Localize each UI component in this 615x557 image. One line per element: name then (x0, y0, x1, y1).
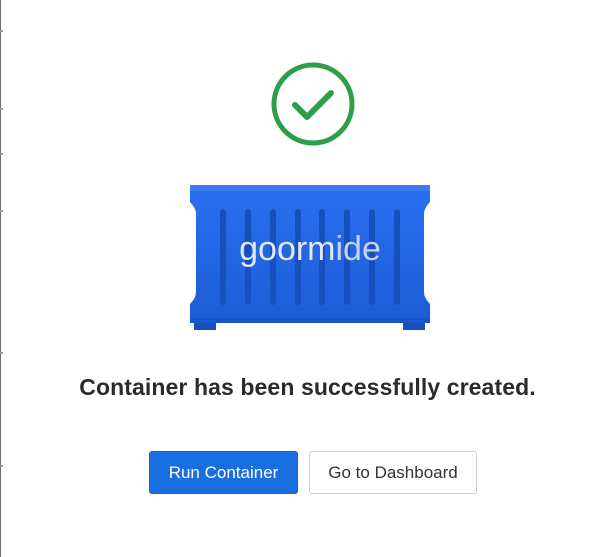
run-container-button[interactable]: Run Container (149, 451, 298, 494)
edge-mark (0, 30, 3, 32)
edge-mark (0, 108, 3, 110)
logo-text-plain: goorm (239, 230, 335, 268)
success-message: Container has been successfully created. (79, 374, 536, 400)
goormide-logo: goormide (239, 230, 381, 268)
edge-mark (0, 352, 3, 354)
edge-mark (0, 153, 3, 155)
logo-text-light: ide (336, 230, 381, 268)
shipping-container-icon: goormide (190, 185, 430, 330)
edge-mark (0, 465, 3, 467)
check-circle-icon (271, 62, 355, 146)
edge-mark (0, 210, 3, 212)
window-edge (0, 0, 1, 557)
go-to-dashboard-button[interactable]: Go to Dashboard (309, 451, 477, 494)
container-created-dialog: goormide Container has been successfully… (0, 0, 615, 557)
